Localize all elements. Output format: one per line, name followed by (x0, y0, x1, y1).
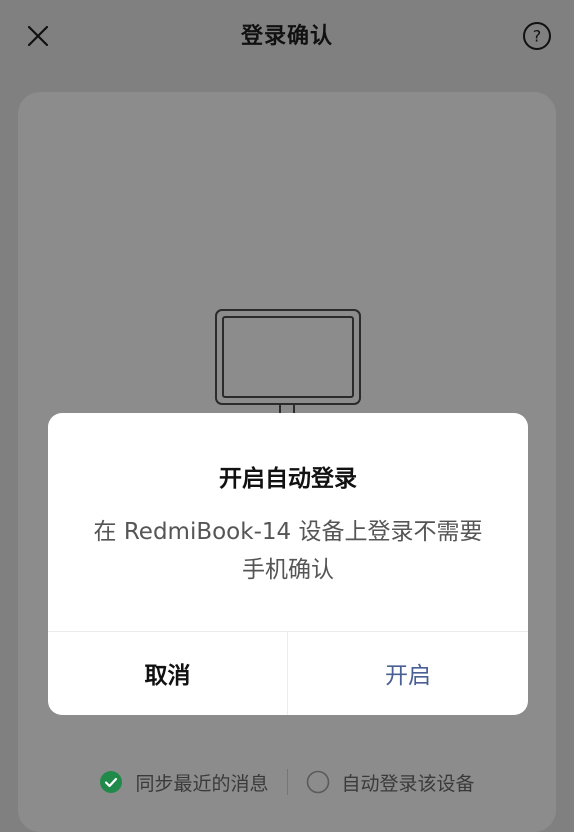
help-icon: ? (523, 22, 551, 50)
auto-login-dialog: 开启自动登录 在 RedmiBook-14 设备上登录不需要 手机确认 取消 开… (48, 413, 528, 715)
dialog-title: 开启自动登录 (219, 466, 357, 492)
checked-icon (100, 771, 123, 793)
cancel-button[interactable]: 取消 (48, 631, 287, 715)
enable-button[interactable]: 开启 (288, 631, 528, 715)
login-options: 同步最近的消息 自动登录该设备 (0, 760, 574, 804)
dialog-message: 在 RedmiBook-14 设备上登录不需要 手机确认 (78, 513, 498, 589)
help-button[interactable]: ? (519, 18, 555, 54)
header-bar: 登录确认 ? (0, 0, 574, 72)
monitor-icon (215, 309, 361, 419)
auto-login-label: 自动登录该设备 (341, 772, 475, 795)
page-title: 登录确认 (240, 24, 333, 49)
dialog-message-line1: 在 RedmiBook-14 设备上登录不需要 (93, 519, 483, 545)
sync-messages-option[interactable]: 同步最近的消息 (99, 769, 269, 796)
svg-text:?: ? (533, 27, 542, 46)
options-separator (286, 769, 288, 795)
unchecked-icon (306, 770, 329, 794)
auto-login-option[interactable]: 自动登录该设备 (306, 769, 475, 796)
dialog-message-line2: 手机确认 (242, 557, 334, 583)
sync-messages-label: 同步最近的消息 (135, 772, 269, 795)
